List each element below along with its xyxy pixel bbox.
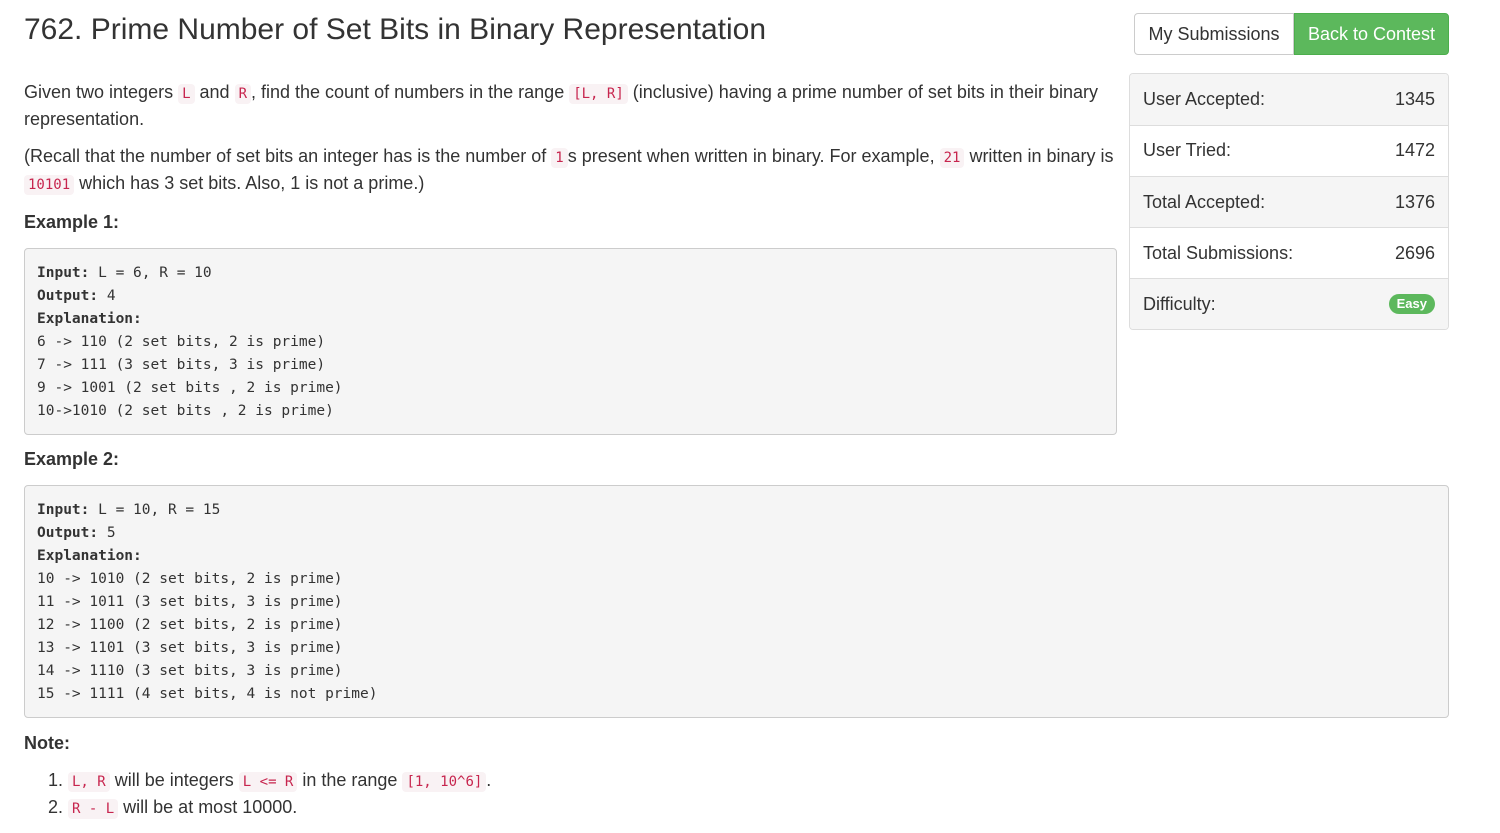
explanation-line: 9 -> 1001 (2 set bits , 2 is prime) [37,380,343,396]
explanation-line: 10 -> 1010 (2 set bits, 2 is prime) [37,571,343,587]
note-item: R - L will be at most 10000. [68,795,491,822]
stat-difficulty: Difficulty: Easy [1130,278,1448,329]
stat-value: 2696 [1394,242,1435,263]
stat-label: User Accepted: [1143,89,1266,109]
description-paragraph-2: (Recall that the number of set bits an i… [24,144,1114,198]
inline-code: [1, 10^6] [402,772,487,792]
difficulty-badge: Easy [1388,294,1435,314]
explanation-line: 7 -> 111 (3 set bits, 3 is prime) [37,357,326,373]
example-2-heading: Example 2: [24,449,120,469]
example-1-heading: Example 1: [24,212,120,232]
header-button-group: My Submissions Back to Contest [1134,13,1449,55]
description-paragraph-1: Given two integers L and R, find the cou… [24,80,1114,132]
example-1-code-block: Input: L = 6, R = 10 Output: 4 Explanati… [24,248,1117,435]
output-label: Output: [37,525,99,541]
explanation-line: 13 -> 1101 (3 set bits, 3 is prime) [37,640,343,656]
explanation-line: 12 -> 1100 (2 set bits, 2 is prime) [37,617,343,633]
input-value: L = 6, R = 10 [89,265,212,281]
stat-value: 1345 [1394,89,1435,109]
note-item: L, R will be integers L <= R in the rang… [68,768,491,795]
problem-stats-panel: User Accepted: 1345 User Tried: 1472 Tot… [1129,73,1449,330]
text: , find the count of numbers in the range [251,82,570,102]
text: will be integers [109,770,239,790]
stat-total-accepted: Total Accepted: 1376 [1130,176,1448,227]
page-title: 762. Prime Number of Set Bits in Binary … [24,13,767,46]
explanation-line: 11 -> 1011 (3 set bits, 3 is prime) [37,594,343,610]
output-label: Output: [37,288,99,304]
stat-label: Total Submissions: [1143,242,1294,263]
inline-code: L [178,84,195,104]
stat-label: User Tried: [1143,140,1232,160]
text: will be at most 10000. [118,797,298,817]
inline-code: R [234,84,251,104]
inline-code: 10101 [24,175,75,195]
stat-value: 1472 [1394,140,1435,160]
explanation-line: 15 -> 1111 (4 set bits, 4 is not prime) [37,686,378,702]
text: written in binary is [964,146,1114,166]
text: . [486,770,492,790]
text: (Recall that the number of set bits an i… [24,146,552,166]
text: Given two integers [24,82,179,102]
explanation-label: Explanation: [37,311,142,327]
problem-description: Given two integers L and R, find the cou… [24,80,1114,247]
output-value: 4 [98,288,116,304]
stat-user-accepted: User Accepted: 1345 [1130,74,1448,125]
input-label: Input: [37,265,90,281]
stat-user-tried: User Tried: 1472 [1130,125,1448,176]
stat-value: 1376 [1394,191,1435,212]
note-list: L, R will be integers L <= R in the rang… [24,768,491,822]
inline-code: L <= R [238,772,298,792]
text: and [194,82,235,102]
output-value: 5 [98,525,116,541]
explanation-line: 10->1010 (2 set bits , 2 is prime) [37,403,334,419]
my-submissions-button[interactable]: My Submissions [1134,13,1294,55]
input-label: Input: [37,502,90,518]
explanation-line: 6 -> 110 (2 set bits, 2 is prime) [37,334,326,350]
explanation-label: Explanation: [37,548,142,564]
input-value: L = 10, R = 15 [89,502,221,518]
back-to-contest-button[interactable]: Back to Contest [1294,13,1449,55]
inline-code: 1 [551,148,568,168]
text: which has 3 set bits. Also, 1 is not a p… [74,173,425,193]
example-2-code-block: Input: L = 10, R = 15 Output: 5 Explanat… [24,485,1449,718]
inline-code: R - L [68,799,119,819]
stat-label: Total Accepted: [1143,191,1266,212]
inline-code: L, R [68,772,110,792]
inline-code: 21 [939,148,965,168]
inline-code: [L, R] [569,84,628,104]
note-heading: Note: [24,733,70,753]
explanation-line: 14 -> 1110 (3 set bits, 3 is prime) [37,663,343,679]
text: in the range [297,770,403,790]
stat-label: Difficulty: [1143,293,1216,314]
text: s present when written in binary. For ex… [567,146,940,166]
stat-total-submissions: Total Submissions: 2696 [1130,227,1448,278]
